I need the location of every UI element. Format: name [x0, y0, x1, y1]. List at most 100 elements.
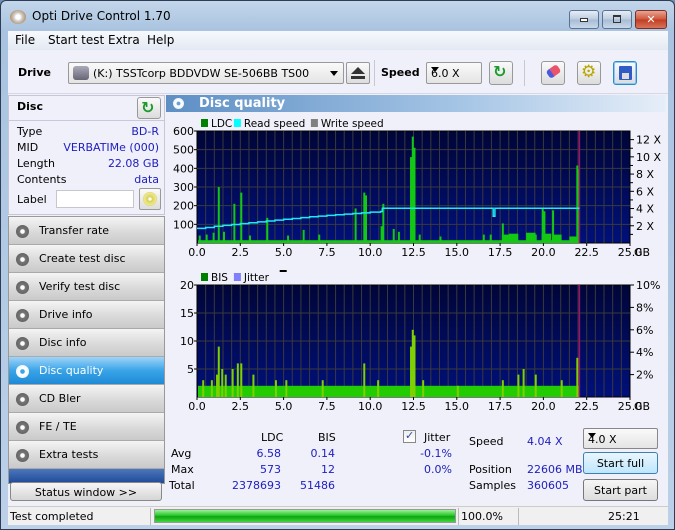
disc-info-icon [16, 337, 29, 350]
nav-fe-te[interactable]: FE / TE [9, 413, 164, 441]
data-bar [439, 236, 442, 243]
data-bar [212, 232, 215, 243]
disc-contents-label: Contents [17, 173, 67, 186]
y2-tick-label: 8 X [636, 168, 654, 181]
nav-create-test-disc[interactable]: Create test disc [9, 245, 164, 273]
y-tick-label: 200 [173, 200, 194, 213]
nav-verify-test-disc[interactable]: Verify test disc [9, 273, 164, 301]
refresh-drive-button[interactable] [489, 61, 513, 85]
save-button[interactable] [613, 61, 637, 85]
data-bar [287, 235, 290, 243]
data-bar [526, 232, 536, 243]
x-tick-label: 12.5 [401, 246, 426, 259]
avg-label: Avg [171, 447, 192, 460]
x-tick-label: 5.0 [275, 400, 293, 413]
legend-label: BIS [211, 272, 228, 284]
nav-disc-quality[interactable]: Disc quality [9, 357, 164, 385]
start-part-button[interactable]: Start part [583, 479, 658, 501]
x-tick-label: 7.5 [318, 400, 336, 413]
data-bar [221, 369, 224, 397]
transfer-rate-icon [16, 225, 29, 238]
nav-label: Create test disc [39, 252, 126, 265]
speed-select[interactable]: 6.0 X [426, 62, 482, 84]
nav-drive-info[interactable]: Drive info [9, 301, 164, 329]
data-bar [543, 211, 546, 243]
menu-extra[interactable]: Extra [108, 33, 140, 47]
disc-label-input[interactable] [56, 190, 134, 208]
data-bar [240, 192, 243, 243]
data-bar [363, 363, 366, 397]
app-window: Opti Drive Control 1.70 ✕ File Start tes… [0, 0, 675, 530]
data-bar [210, 380, 213, 397]
data-bar [363, 192, 366, 243]
data-bar [216, 374, 219, 397]
erase-button[interactable] [541, 61, 565, 85]
close-button[interactable]: ✕ [635, 10, 667, 29]
refresh-disc-button[interactable] [137, 97, 161, 119]
disc-type-value: BD-R [131, 125, 159, 138]
data-bar [418, 234, 421, 243]
data-bar [489, 234, 492, 243]
jitter-checkbox[interactable] [403, 429, 416, 443]
status-window-button[interactable]: Status window >> [10, 482, 162, 501]
data-bar [274, 380, 277, 397]
data-bar [482, 234, 485, 243]
data-bar [318, 234, 321, 243]
minimize-button[interactable] [569, 10, 599, 29]
nav-label: Disc quality [39, 364, 104, 377]
panel-title: Disc quality [199, 96, 286, 111]
data-bar [517, 374, 520, 397]
x-tick-label: 0.0 [188, 246, 206, 259]
y2-tick-label: 6 X [636, 185, 654, 198]
stats-panel: LDC BIS Avg Max Total 6.58 573 2378693 0… [166, 425, 666, 505]
data-bar [222, 231, 225, 243]
settings-button[interactable] [577, 61, 601, 85]
bis-max: 12 [321, 463, 335, 476]
samples-value: 360605 [527, 479, 569, 492]
legend-swatch [201, 273, 208, 281]
nav-extra-tests[interactable]: Extra tests [9, 441, 164, 469]
disc-label-button[interactable] [139, 188, 161, 210]
menu-help[interactable]: Help [147, 33, 174, 47]
maximize-button[interactable] [602, 10, 632, 29]
x-tick-label: 12.5 [401, 400, 426, 413]
menu-start-test[interactable]: Start test [48, 33, 104, 47]
nav-disc-info[interactable]: Disc info [9, 329, 164, 357]
menu-file[interactable]: File [15, 33, 35, 47]
y-tick-label: 10 [180, 335, 194, 348]
nav-label: CD Bler [39, 392, 81, 405]
start-full-button[interactable]: Start full [583, 452, 658, 474]
disc-panel-title: Disc [17, 100, 43, 113]
data-bar [205, 234, 208, 243]
data-bar [233, 203, 236, 243]
speed-label: Speed [381, 66, 420, 79]
disc-length-label: Length [17, 157, 55, 170]
data-bar [522, 369, 525, 397]
y-tick-label: 300 [173, 181, 194, 194]
data-bar [217, 187, 220, 243]
data-bar-baseline [198, 385, 580, 397]
drive-icon [73, 66, 89, 80]
test-speed-select[interactable]: 4.0 X [583, 428, 658, 449]
data-bar [534, 234, 537, 243]
x-axis-unit: GB [634, 400, 650, 413]
y2-tick-label: 10 X [636, 151, 661, 164]
x-tick-label: 15.0 [445, 400, 470, 413]
toolbar-divider [524, 60, 525, 86]
eject-button[interactable] [346, 62, 370, 84]
data-bar [397, 231, 400, 243]
nav-cd-bler[interactable]: CD Bler [9, 385, 164, 413]
data-bar [377, 380, 380, 397]
y-tick-label: 15 [180, 307, 194, 320]
data-bar [365, 195, 368, 243]
data-bar [411, 329, 414, 397]
x-tick-label: 7.5 [318, 246, 336, 259]
ldc-max: 573 [260, 463, 281, 476]
data-bar [410, 346, 413, 397]
jitter-label: Jitter [424, 431, 451, 444]
bis-chart: BIS Jitter 0.0 2.5 5.0 7.5 10.0 12.5 15.0 17.5 20.… [180, 270, 660, 413]
drive-select[interactable]: (K:) TSSTcorp BDDVDW SE-506BB TS00 [68, 62, 344, 84]
nav-transfer-rate[interactable]: Transfer rate [9, 217, 164, 245]
max-label: Max [171, 463, 194, 476]
x-tick-label: 22.5 [574, 246, 599, 259]
